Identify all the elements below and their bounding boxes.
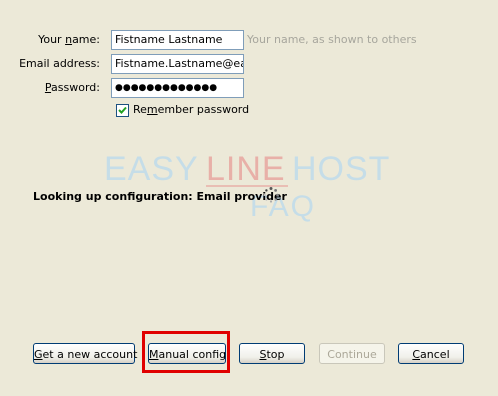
- name-label: Your name:: [4, 30, 100, 50]
- password-label: Password:: [4, 78, 100, 98]
- name-label-text-rest: ame:: [72, 33, 100, 46]
- get-new-account-button[interactable]: Get a new account: [33, 343, 138, 364]
- remember-label-text: Re: [133, 103, 147, 116]
- continue-label: Continue: [327, 348, 377, 361]
- loading-spinner-icon: [262, 186, 280, 204]
- watermark-host: HOST: [292, 150, 390, 188]
- name-hint: Your name, as shown to others: [247, 33, 417, 46]
- name-input[interactable]: Fistname Lastname: [111, 30, 244, 50]
- watermark-line: LINE: [206, 150, 286, 188]
- cancel-accesskey: C: [412, 348, 421, 361]
- remember-label-text-rest: ember password: [157, 103, 250, 116]
- name-label-text: Your: [38, 33, 66, 46]
- cancel-label: ancel: [420, 348, 450, 361]
- manual-config-highlight-box: [142, 331, 230, 373]
- get-account-accesskey: G: [34, 348, 43, 361]
- name-label-accesskey: n: [65, 33, 73, 46]
- stop-label: top: [266, 348, 285, 361]
- email-label: Email address:: [19, 57, 100, 70]
- watermark-easy: EASY: [104, 150, 199, 188]
- watermark-logo: EASY LINE HOST FAQ: [100, 146, 400, 226]
- email-input[interactable]: Fistname.Lastname@eas: [111, 54, 244, 74]
- continue-button[interactable]: Continue: [319, 343, 385, 364]
- password-input[interactable]: ●●●●●●●●●●●●●: [111, 78, 244, 98]
- remember-password-checkbox[interactable]: [116, 104, 129, 117]
- remember-password-label[interactable]: Remember password: [133, 101, 249, 119]
- get-account-label: et a new account: [42, 348, 138, 361]
- status-text: Looking up configuration: Email provider: [33, 190, 287, 203]
- checkmark-icon: [118, 106, 127, 114]
- password-label-text: assword:: [51, 81, 100, 94]
- remember-label-accesskey: m: [146, 103, 158, 116]
- stop-button[interactable]: Stop: [239, 343, 305, 364]
- cancel-button[interactable]: Cancel: [398, 343, 464, 364]
